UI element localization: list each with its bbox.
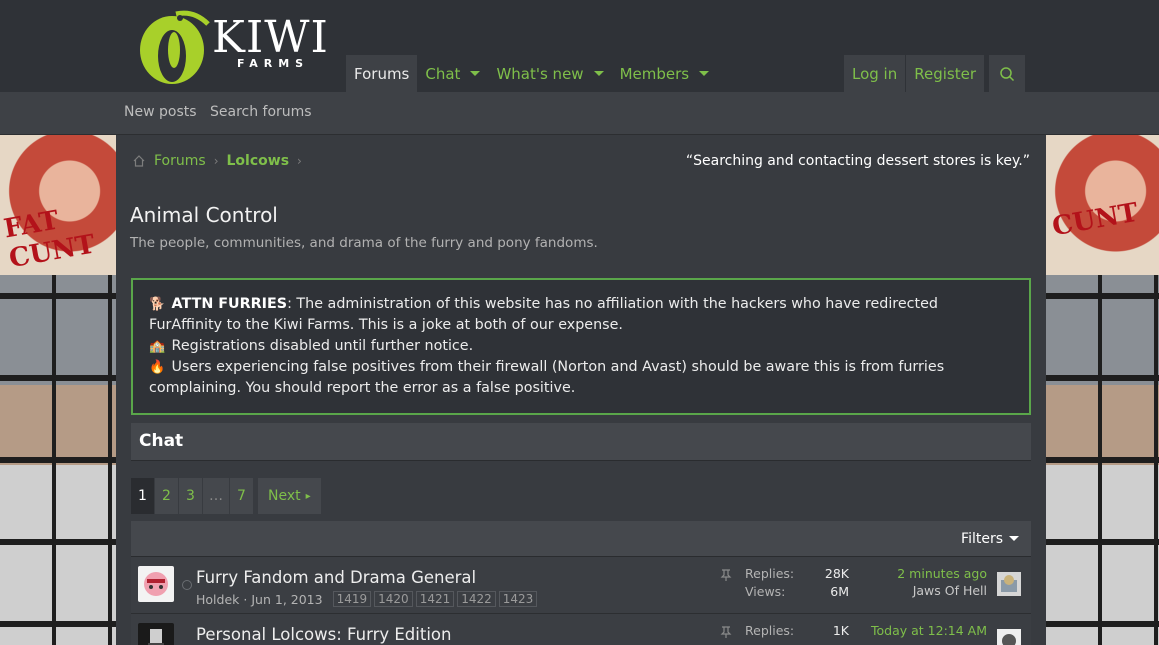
thread-author[interactable]: Holdek: [196, 592, 239, 607]
page-3[interactable]: 3: [179, 478, 203, 514]
home-icon[interactable]: [132, 154, 146, 168]
thread-stats: Replies: 28K Views: 6M: [745, 566, 849, 602]
tab-label: Chat: [425, 64, 461, 83]
filters-bar: Filters: [131, 521, 1031, 557]
breadcrumb-forums[interactable]: Forums: [154, 153, 206, 169]
tab-whats-new[interactable]: What's new: [488, 55, 611, 92]
thread-title[interactable]: Personal Lolcows: Furry Edition: [196, 625, 451, 644]
thread-list: Filters Furry Fandom and Drama General H…: [131, 521, 1031, 645]
chevron-right-icon: ›: [297, 154, 302, 168]
pin-icon: [720, 569, 732, 581]
views-label: Views:: [745, 584, 786, 599]
tab-label: Forums: [354, 64, 410, 83]
replies-count: 1K: [832, 623, 849, 638]
replies-label: Replies:: [745, 566, 795, 581]
read-status-icon[interactable]: [182, 580, 192, 590]
table-row[interactable]: Furry Fandom and Drama General Holdek · …: [131, 557, 1031, 614]
account-nav: Log in Register: [844, 55, 1025, 92]
filters-button[interactable]: Filters: [961, 531, 1003, 547]
chevron-down-icon[interactable]: [699, 71, 710, 76]
avatar[interactable]: [997, 572, 1021, 596]
login-button[interactable]: Log in: [844, 55, 906, 92]
avatar[interactable]: [138, 623, 174, 645]
chevron-down-icon[interactable]: [1009, 536, 1019, 541]
page-7[interactable]: 7: [230, 478, 254, 514]
last-post: 2 minutes ago Jaws Of Hell: [897, 566, 987, 598]
background-comic-left: FAT CUNT: [0, 135, 116, 645]
thread-stats: Replies: 1K: [745, 623, 849, 641]
notice-text: Users experiencing false positives from …: [149, 359, 945, 396]
tab-chat[interactable]: Chat: [417, 55, 488, 92]
search-button[interactable]: [989, 55, 1025, 92]
logo-subtitle: FARMS: [237, 57, 310, 70]
thread-page-link[interactable]: 1419: [332, 591, 372, 607]
header-quote: “Searching and contacting dessert stores…: [685, 153, 1030, 169]
site-header: KIWI FARMS Forums Chat What's new Member…: [0, 0, 1159, 92]
tab-forums[interactable]: Forums: [346, 55, 418, 92]
thread-page-link[interactable]: 1422: [457, 591, 496, 607]
thread-date[interactable]: Jun 1, 2013: [251, 592, 322, 607]
replies-label: Replies:: [745, 623, 795, 638]
chevron-right-icon: ›: [213, 154, 219, 168]
main-content: Forums › Lolcows › “Searching and contac…: [116, 135, 1046, 645]
thread-page-link[interactable]: 1423: [498, 591, 538, 607]
fire-icon: 🔥: [149, 360, 166, 375]
sub-nav: New posts Search forums: [0, 92, 1159, 135]
last-post: Today at 12:14 AM: [871, 623, 987, 638]
tab-members[interactable]: Members: [612, 55, 718, 92]
register-button[interactable]: Register: [906, 55, 984, 92]
notice-box: 🐕 ATTN FURRIES: The administration of th…: [131, 278, 1031, 415]
views-count: 6M: [830, 584, 849, 599]
chevron-down-icon[interactable]: [470, 71, 481, 76]
new-posts-link[interactable]: New posts: [124, 104, 197, 120]
tab-label: Members: [619, 64, 690, 83]
background-comic-right: CUNT: [1046, 135, 1159, 645]
separator: ·: [243, 591, 248, 607]
notice-heading: ATTN FURRIES: [171, 296, 288, 312]
section-title: Chat: [131, 423, 1031, 461]
thread-pages: 1419 1420 1421 1422 1423: [332, 591, 538, 607]
next-page-button[interactable]: Next ▸: [258, 478, 322, 514]
logo-wordmark: KIWI: [212, 12, 329, 63]
last-post-time[interactable]: 2 minutes ago: [897, 566, 987, 581]
thread-meta: Holdek · Jun 1, 2013 1419 1420 1421 1422…: [196, 591, 538, 607]
page-2[interactable]: 2: [155, 478, 179, 514]
page-1[interactable]: 1: [131, 478, 155, 514]
next-label: Next: [268, 488, 301, 504]
avatar[interactable]: [138, 566, 174, 602]
last-post-user[interactable]: Jaws Of Hell: [897, 583, 987, 598]
breadcrumb-lolcows[interactable]: Lolcows: [227, 153, 290, 169]
chevron-right-icon: ▸: [305, 490, 311, 502]
table-row[interactable]: Personal Lolcows: Furry Edition Replies:…: [131, 614, 1031, 645]
page-description: The people, communities, and drama of th…: [130, 235, 598, 251]
chevron-down-icon[interactable]: [593, 71, 604, 76]
pagination: 1 2 3 … 7 Next ▸: [131, 478, 322, 514]
dog-icon: 🐕: [149, 297, 166, 312]
notice-text: Registrations disabled until further not…: [171, 338, 474, 354]
school-icon: 🏫: [149, 339, 166, 354]
auth-buttons: Log in Register: [844, 55, 984, 92]
thread-page-link[interactable]: 1421: [415, 591, 455, 607]
search-forums-link[interactable]: Search forums: [210, 104, 312, 120]
thread-page-link[interactable]: 1420: [374, 591, 413, 607]
replies-count: 28K: [824, 566, 849, 581]
thread-title[interactable]: Furry Fandom and Drama General: [196, 568, 476, 587]
search-icon: [1000, 66, 1015, 81]
page-title: Animal Control: [130, 203, 278, 227]
last-post-time[interactable]: Today at 12:14 AM: [871, 623, 987, 638]
pin-icon: [720, 626, 732, 638]
page-jump[interactable]: …: [203, 478, 230, 514]
breadcrumb: Forums › Lolcows ›: [132, 153, 302, 169]
tab-label: What's new: [496, 64, 584, 83]
avatar[interactable]: [997, 629, 1021, 645]
main-nav: Forums Chat What's new Members: [346, 55, 717, 92]
